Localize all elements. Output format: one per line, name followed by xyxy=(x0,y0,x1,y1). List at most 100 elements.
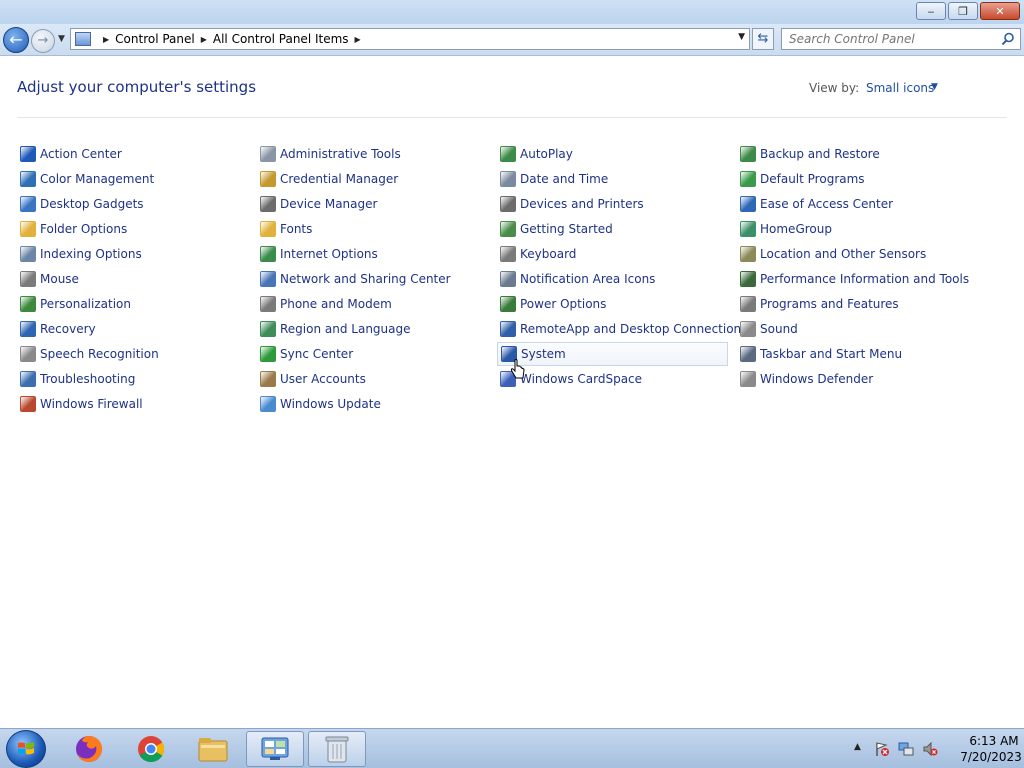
breadcrumb-all-items[interactable]: All Control Panel Items xyxy=(213,32,349,46)
item-user-accounts[interactable]: User Accounts xyxy=(257,367,366,391)
internet-icon xyxy=(260,246,276,262)
item-recovery[interactable]: Recovery xyxy=(17,317,96,341)
forward-button[interactable]: → xyxy=(31,29,55,53)
clock-time[interactable]: 6:13 AM xyxy=(964,734,1024,748)
item-label: Network and Sharing Center xyxy=(280,272,451,286)
title-bar: ‒ ❐ ✕ xyxy=(0,0,1024,24)
item-programs-and-features[interactable]: Programs and Features xyxy=(737,292,899,316)
view-by-dropdown[interactable]: Small icons xyxy=(866,81,934,95)
minimize-button[interactable]: ‒ xyxy=(916,2,946,20)
item-remoteapp-and-desktop-connections[interactable]: RemoteApp and Desktop Connections xyxy=(497,317,747,341)
item-sound[interactable]: Sound xyxy=(737,317,798,341)
item-mouse[interactable]: Mouse xyxy=(17,267,79,291)
item-windows-update[interactable]: Windows Update xyxy=(257,392,381,416)
item-keyboard[interactable]: Keyboard xyxy=(497,242,576,266)
item-label: Keyboard xyxy=(520,247,577,261)
item-performance-information-and-tools[interactable]: Performance Information and Tools xyxy=(737,267,969,291)
breadcrumb-control-panel[interactable]: Control Panel xyxy=(115,32,195,46)
item-troubleshooting[interactable]: Troubleshooting xyxy=(17,367,135,391)
homegroup-icon xyxy=(740,221,756,237)
item-label: Default Programs xyxy=(760,172,865,186)
item-taskbar-and-start-menu[interactable]: Taskbar and Start Menu xyxy=(737,342,902,366)
item-backup-and-restore[interactable]: Backup and Restore xyxy=(737,142,880,166)
gadgets-icon xyxy=(20,196,36,212)
flag-icon xyxy=(20,146,36,162)
item-phone-and-modem[interactable]: Phone and Modem xyxy=(257,292,392,316)
backup-icon xyxy=(740,146,756,162)
item-device-manager[interactable]: Device Manager xyxy=(257,192,377,216)
item-system[interactable]: System xyxy=(497,342,728,366)
breadcrumb-separator-icon[interactable]: ▶ xyxy=(201,35,207,44)
item-network-and-sharing-center[interactable]: Network and Sharing Center xyxy=(257,267,451,291)
item-label: Internet Options xyxy=(280,247,378,261)
item-credential-manager[interactable]: Credential Manager xyxy=(257,167,398,191)
breadcrumb-separator-icon[interactable]: ▶ xyxy=(355,35,361,44)
users-icon xyxy=(260,371,276,387)
item-power-options[interactable]: Power Options xyxy=(497,292,606,316)
item-region-and-language[interactable]: Region and Language xyxy=(257,317,411,341)
item-label: Indexing Options xyxy=(40,247,142,261)
taskbar-control-panel[interactable] xyxy=(246,731,304,767)
hand-cursor-icon xyxy=(510,359,525,379)
search-box[interactable] xyxy=(781,28,1021,50)
item-sync-center[interactable]: Sync Center xyxy=(257,342,353,366)
taskbar-recycle[interactable] xyxy=(308,731,366,767)
item-windows-defender[interactable]: Windows Defender xyxy=(737,367,873,391)
item-desktop-gadgets[interactable]: Desktop Gadgets xyxy=(17,192,144,216)
start-button[interactable] xyxy=(6,730,46,768)
item-label: Sound xyxy=(760,322,798,336)
back-button[interactable]: ← xyxy=(3,27,29,53)
item-color-management[interactable]: Color Management xyxy=(17,167,154,191)
item-label: Windows Update xyxy=(280,397,381,411)
page-title: Adjust your computer's settings xyxy=(17,78,257,96)
defender-icon xyxy=(740,371,756,387)
address-dropdown-icon[interactable]: ▼ xyxy=(738,32,745,42)
item-date-and-time[interactable]: Date and Time xyxy=(497,167,608,191)
search-icon[interactable] xyxy=(1001,32,1015,46)
item-autoplay[interactable]: AutoPlay xyxy=(497,142,573,166)
refresh-button[interactable]: ⇆ xyxy=(752,28,774,50)
getting-started-icon xyxy=(500,221,516,237)
show-hidden-icons-icon[interactable]: ▲ xyxy=(854,742,861,752)
item-devices-and-printers[interactable]: Devices and Printers xyxy=(497,192,644,216)
taskbar-firefox[interactable] xyxy=(62,731,116,767)
item-fonts[interactable]: Fonts xyxy=(257,217,312,241)
item-default-programs[interactable]: Default Programs xyxy=(737,167,865,191)
item-action-center[interactable]: Action Center xyxy=(17,142,122,166)
maximize-button[interactable]: ❐ xyxy=(948,2,978,20)
action-center-flag-icon[interactable] xyxy=(874,741,890,757)
item-location-and-other-sensors[interactable]: Location and Other Sensors xyxy=(737,242,926,266)
item-notification-area-icons[interactable]: Notification Area Icons xyxy=(497,267,655,291)
search-input[interactable] xyxy=(782,29,994,49)
item-speech-recognition[interactable]: Speech Recognition xyxy=(17,342,159,366)
item-label: Recovery xyxy=(40,322,96,336)
firefox-icon xyxy=(76,736,102,762)
item-getting-started[interactable]: Getting Started xyxy=(497,217,613,241)
speaker-icon xyxy=(740,321,756,337)
volume-muted-icon[interactable] xyxy=(922,741,938,757)
item-indexing-options[interactable]: Indexing Options xyxy=(17,242,142,266)
address-bar[interactable]: ▶ Control Panel ▶ All Control Panel Item… xyxy=(70,28,750,50)
network-icon[interactable] xyxy=(898,741,914,757)
item-internet-options[interactable]: Internet Options xyxy=(257,242,378,266)
taskbar-chrome[interactable] xyxy=(124,731,178,767)
breadcrumb-separator-icon[interactable]: ▶ xyxy=(103,35,109,44)
chevron-down-icon[interactable]: ▼ xyxy=(931,82,938,92)
control-panel-icon xyxy=(261,737,289,760)
item-label: Fonts xyxy=(280,222,313,236)
item-folder-options[interactable]: Folder Options xyxy=(17,217,127,241)
view-by-label: View by: xyxy=(809,81,860,95)
close-button[interactable]: ✕ xyxy=(980,2,1020,20)
item-ease-of-access-center[interactable]: Ease of Access Center xyxy=(737,192,893,216)
item-label: Windows Firewall xyxy=(40,397,143,411)
item-label: Power Options xyxy=(520,297,607,311)
item-windows-firewall[interactable]: Windows Firewall xyxy=(17,392,143,416)
item-label: System xyxy=(521,347,566,361)
item-personalization[interactable]: Personalization xyxy=(17,292,131,316)
item-label: Region and Language xyxy=(280,322,411,336)
recent-pages-dropdown[interactable]: ▼ xyxy=(58,34,65,44)
item-homegroup[interactable]: HomeGroup xyxy=(737,217,832,241)
taskbar-explorer[interactable] xyxy=(186,731,240,767)
item-administrative-tools[interactable]: Administrative Tools xyxy=(257,142,401,166)
clock-date[interactable]: 7/20/2023 xyxy=(958,750,1024,764)
